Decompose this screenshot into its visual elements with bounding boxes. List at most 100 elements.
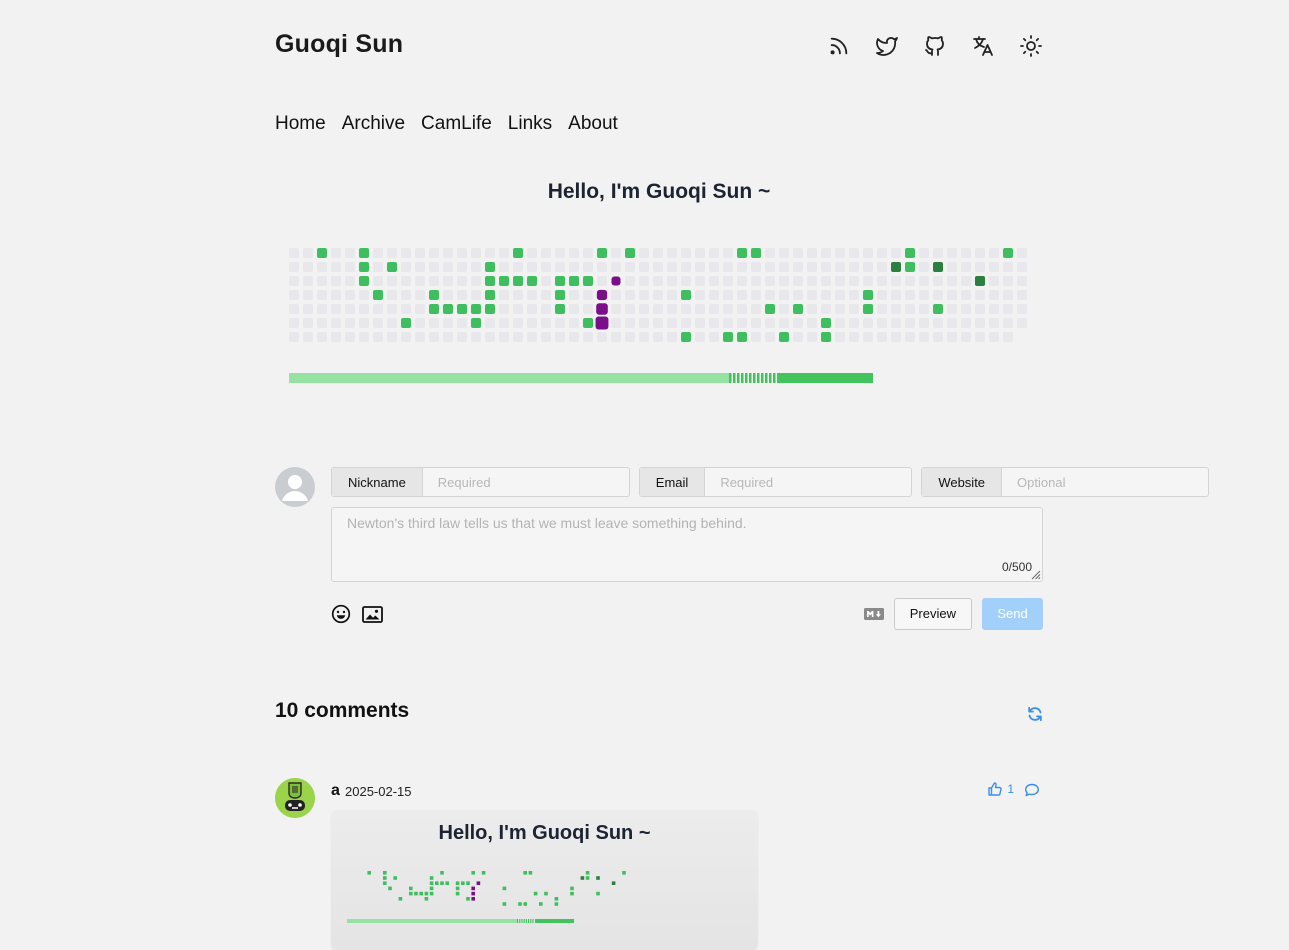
contribution-cell	[555, 332, 565, 342]
contribution-cell	[807, 332, 817, 342]
translate-icon[interactable]	[971, 34, 995, 58]
contribution-cell	[471, 262, 481, 272]
nickname-input[interactable]	[422, 468, 629, 496]
contribution-cell	[779, 262, 789, 272]
nav-links[interactable]: Links	[508, 113, 552, 135]
contribution-cell	[695, 332, 705, 342]
comment-textarea-box: 0/500	[331, 507, 1043, 582]
nav-archive[interactable]: Archive	[342, 113, 405, 135]
contribution-cell	[401, 262, 411, 272]
mini-cell	[596, 891, 600, 896]
github-icon[interactable]	[923, 34, 947, 58]
mini-cell	[409, 886, 413, 891]
contribution-cell	[583, 318, 593, 328]
contribution-cell	[639, 262, 649, 272]
contribution-cell	[653, 332, 663, 342]
nav-about[interactable]: About	[568, 113, 618, 135]
contribution-cell	[443, 318, 453, 328]
progress-tick	[765, 373, 768, 383]
char-counter: 0/500	[1001, 560, 1032, 574]
email-input[interactable]	[705, 468, 912, 496]
header-icons	[827, 34, 1043, 58]
contribution-cell	[485, 262, 495, 272]
contribution-cell	[359, 290, 369, 300]
mini-bar-tick	[528, 919, 530, 923]
mini-cell	[481, 871, 486, 875]
rss-icon[interactable]	[827, 34, 851, 58]
mini-cell	[570, 886, 574, 891]
resize-grip-icon[interactable]	[1029, 568, 1041, 580]
contribution-cell	[387, 262, 397, 272]
contribution-cell	[1003, 262, 1013, 272]
contribution-cell	[331, 276, 341, 286]
mini-bar-tick	[517, 919, 519, 923]
contribution-cell	[583, 248, 593, 258]
contribution-cell	[835, 262, 845, 272]
comment-nickname[interactable]: a	[331, 782, 340, 800]
contribution-cell	[373, 290, 383, 300]
mini-cell	[461, 881, 465, 885]
contribution-cell	[569, 318, 579, 328]
mini-cell	[455, 891, 460, 896]
contribution-cell	[723, 304, 733, 314]
contribution-cell	[779, 318, 789, 328]
contribution-cell	[709, 248, 719, 258]
contribution-cell	[793, 318, 803, 328]
contribution-cell	[611, 290, 621, 300]
contribution-cell	[947, 276, 957, 286]
mini-cell	[455, 881, 460, 885]
sun-icon[interactable]	[1019, 34, 1043, 58]
mini-bar-light	[347, 919, 517, 923]
contribution-cell	[457, 318, 467, 328]
mini-cell	[440, 881, 444, 885]
contribution-cell	[527, 262, 537, 272]
progress-segment-dark	[777, 373, 873, 383]
image-upload-icon[interactable]	[362, 605, 383, 623]
site-title[interactable]: Guoqi Sun	[275, 30, 403, 59]
mini-cell	[622, 871, 626, 875]
mini-cell	[393, 876, 397, 880]
contribution-cell	[401, 248, 411, 258]
emoji-icon[interactable]	[331, 604, 351, 624]
contribution-cell	[499, 318, 509, 328]
contribution-cell	[541, 290, 551, 300]
contribution-cell	[611, 332, 621, 342]
contribution-cell	[387, 248, 397, 258]
reply-icon[interactable]	[1024, 782, 1040, 798]
contribution-cell	[597, 248, 607, 258]
contribution-cell	[387, 290, 397, 300]
contribution-cell	[989, 262, 999, 272]
contribution-cell	[681, 318, 691, 328]
contribution-cell	[443, 262, 453, 272]
like-button[interactable]: 1	[987, 781, 1014, 797]
comment-image-card[interactable]: Hello, I'm Guoqi Sun ~	[331, 810, 758, 950]
contribution-cell	[905, 248, 915, 258]
contribution-cell	[611, 304, 621, 314]
contribution-cell	[443, 304, 453, 314]
contribution-cell	[289, 276, 299, 286]
contribution-cell	[373, 248, 383, 258]
preview-button[interactable]: Preview	[893, 598, 972, 630]
contribution-cell	[485, 290, 495, 300]
contribution-cell	[653, 262, 663, 272]
contribution-cell	[947, 332, 957, 342]
contribution-cell	[849, 318, 859, 328]
contribution-cell	[681, 290, 691, 300]
comment-meta-fields: Nickname Email Website	[331, 467, 1210, 497]
nav-camlife[interactable]: CamLife	[421, 113, 492, 135]
markdown-icon[interactable]	[863, 608, 884, 620]
contribution-cell	[471, 248, 481, 258]
contribution-cell	[317, 248, 327, 258]
mini-bar-dark	[535, 919, 574, 923]
refresh-icon[interactable]	[1027, 706, 1043, 722]
mini-cell	[445, 881, 449, 885]
nav-home[interactable]: Home	[275, 113, 326, 135]
mini-cell	[429, 876, 434, 880]
contribution-cell	[807, 318, 817, 328]
comment-textarea[interactable]	[332, 508, 1042, 581]
twitter-icon[interactable]	[875, 34, 899, 58]
send-button[interactable]: Send	[982, 598, 1043, 630]
contribution-cell	[317, 304, 327, 314]
website-input[interactable]	[1002, 468, 1209, 496]
contribution-cell	[695, 248, 705, 258]
